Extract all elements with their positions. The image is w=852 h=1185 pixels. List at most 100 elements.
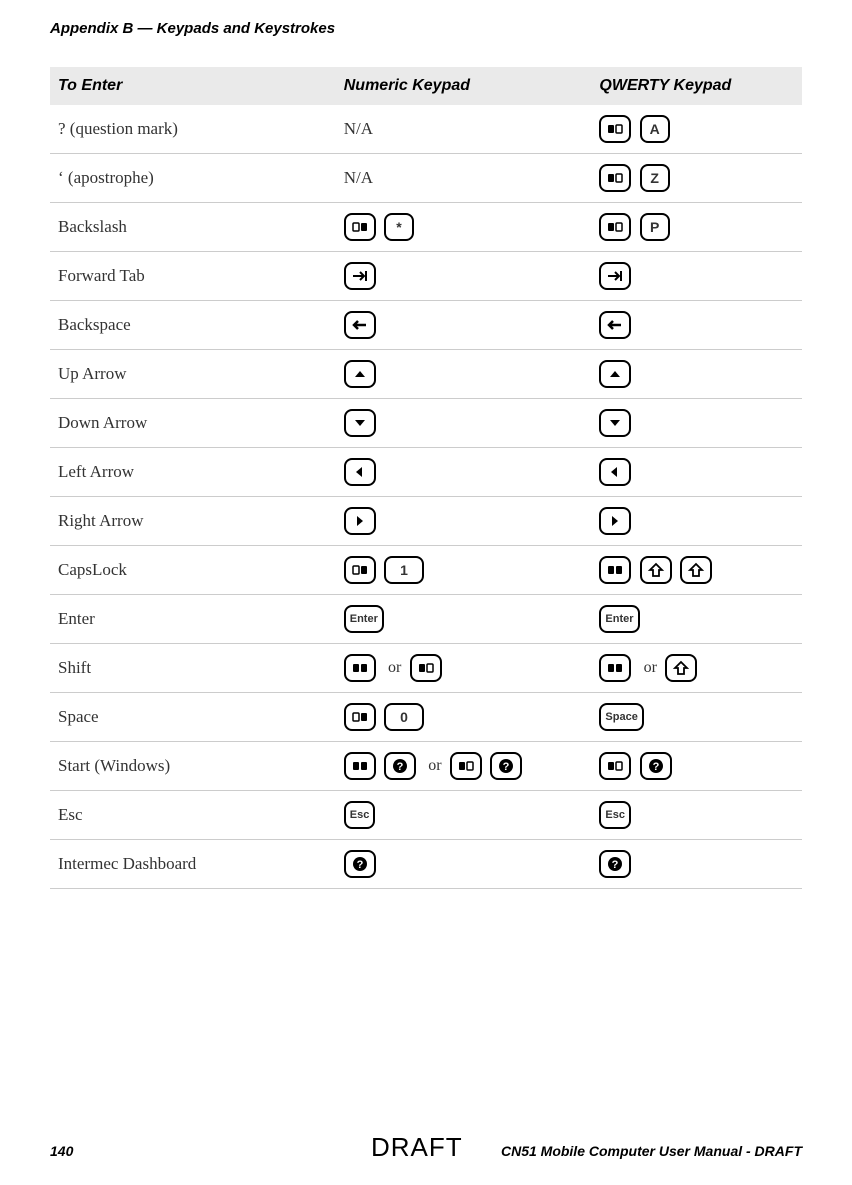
cell-qwerty: Z (591, 154, 802, 203)
page-header: Appendix B — Keypads and Keystrokes (50, 20, 802, 37)
modifier-key-icon (344, 752, 376, 780)
cell-numeric: N/A (336, 154, 592, 203)
modifier-key-icon (599, 213, 631, 241)
table-row: Down Arrow (50, 399, 802, 448)
left-arrow-icon (344, 458, 376, 486)
cell-numeric (336, 399, 592, 448)
modifier-key-icon (344, 556, 376, 584)
or-text: or (428, 757, 441, 774)
windows-key-icon (490, 752, 522, 780)
modifier-key-icon (599, 115, 631, 143)
col-qwerty: QWERTY Keypad (591, 67, 802, 105)
number-key: 0 (384, 703, 424, 731)
enter-key: Enter (599, 605, 639, 633)
or-text: or (388, 659, 401, 676)
dashboard-key-icon (344, 850, 376, 878)
modifier-key-icon (599, 164, 631, 192)
row-label: Up Arrow (50, 350, 336, 399)
right-arrow-icon (599, 507, 631, 535)
cell-numeric (336, 350, 592, 399)
cell-numeric (336, 840, 592, 889)
table-row: Enter Enter Enter (50, 595, 802, 644)
row-label: Intermec Dashboard (50, 840, 336, 889)
table-row: Intermec Dashboard (50, 840, 802, 889)
modifier-key-icon (450, 752, 482, 780)
cell-qwerty (591, 546, 802, 595)
letter-key: A (640, 115, 670, 143)
page-number: 140 (50, 1143, 73, 1159)
star-key: * (384, 213, 414, 241)
table-header-row: To Enter Numeric Keypad QWERTY Keypad (50, 67, 802, 105)
row-label: Down Arrow (50, 399, 336, 448)
cell-qwerty (591, 742, 802, 791)
modifier-key-icon (410, 654, 442, 682)
cell-numeric: or (336, 742, 592, 791)
cell-numeric (336, 252, 592, 301)
letter-key: P (640, 213, 670, 241)
windows-key-icon (384, 752, 416, 780)
row-label: Forward Tab (50, 252, 336, 301)
cell-numeric: 0 (336, 693, 592, 742)
cell-qwerty: A (591, 105, 802, 154)
backspace-key-icon (344, 311, 376, 339)
row-label: Space (50, 693, 336, 742)
row-label: Enter (50, 595, 336, 644)
cell-numeric: Enter (336, 595, 592, 644)
table-row: Esc Esc Esc (50, 791, 802, 840)
row-label: Shift (50, 644, 336, 693)
row-label: Backspace (50, 301, 336, 350)
col-to-enter: To Enter (50, 67, 336, 105)
cell-qwerty: Esc (591, 791, 802, 840)
table-row: Up Arrow (50, 350, 802, 399)
cell-qwerty: P (591, 203, 802, 252)
row-label: Right Arrow (50, 497, 336, 546)
modifier-key-icon (344, 703, 376, 731)
page-footer: 140 CN51 Mobile Computer User Manual - D… (50, 1143, 802, 1159)
table-row: Right Arrow (50, 497, 802, 546)
modifier-key-icon (344, 654, 376, 682)
col-numeric: Numeric Keypad (336, 67, 592, 105)
modifier-key-icon (344, 213, 376, 241)
cell-numeric (336, 448, 592, 497)
modifier-key-icon (599, 752, 631, 780)
table-row: CapsLock 1 (50, 546, 802, 595)
cell-qwerty (591, 399, 802, 448)
row-label: ? (question mark) (50, 105, 336, 154)
cell-numeric: * (336, 203, 592, 252)
cell-qwerty (591, 252, 802, 301)
shift-key-icon (665, 654, 697, 682)
cell-qwerty (591, 301, 802, 350)
tab-key-icon (344, 262, 376, 290)
up-arrow-icon (599, 360, 631, 388)
windows-key-icon (640, 752, 672, 780)
cell-numeric: or (336, 644, 592, 693)
cell-numeric: N/A (336, 105, 592, 154)
tab-key-icon (599, 262, 631, 290)
enter-key: Enter (344, 605, 384, 633)
modifier-key-icon (599, 654, 631, 682)
row-label: Left Arrow (50, 448, 336, 497)
space-key: Space (599, 703, 643, 731)
cell-qwerty: Enter (591, 595, 802, 644)
esc-key: Esc (344, 801, 376, 829)
cell-qwerty: or (591, 644, 802, 693)
manual-title: CN51 Mobile Computer User Manual - DRAFT (501, 1143, 802, 1159)
down-arrow-icon (344, 409, 376, 437)
number-key: 1 (384, 556, 424, 584)
table-row: Backslash * P (50, 203, 802, 252)
cell-numeric: 1 (336, 546, 592, 595)
table-row: ? (question mark) N/A A (50, 105, 802, 154)
table-row: Forward Tab (50, 252, 802, 301)
cell-qwerty (591, 840, 802, 889)
cell-qwerty: Space (591, 693, 802, 742)
letter-key: Z (640, 164, 670, 192)
right-arrow-icon (344, 507, 376, 535)
table-row: ‘ (apostrophe) N/A Z (50, 154, 802, 203)
cell-qwerty (591, 497, 802, 546)
row-label: Start (Windows) (50, 742, 336, 791)
esc-key: Esc (599, 801, 631, 829)
up-arrow-icon (344, 360, 376, 388)
modifier-key-icon (599, 556, 631, 584)
cell-numeric: Esc (336, 791, 592, 840)
table-row: Start (Windows) or (50, 742, 802, 791)
